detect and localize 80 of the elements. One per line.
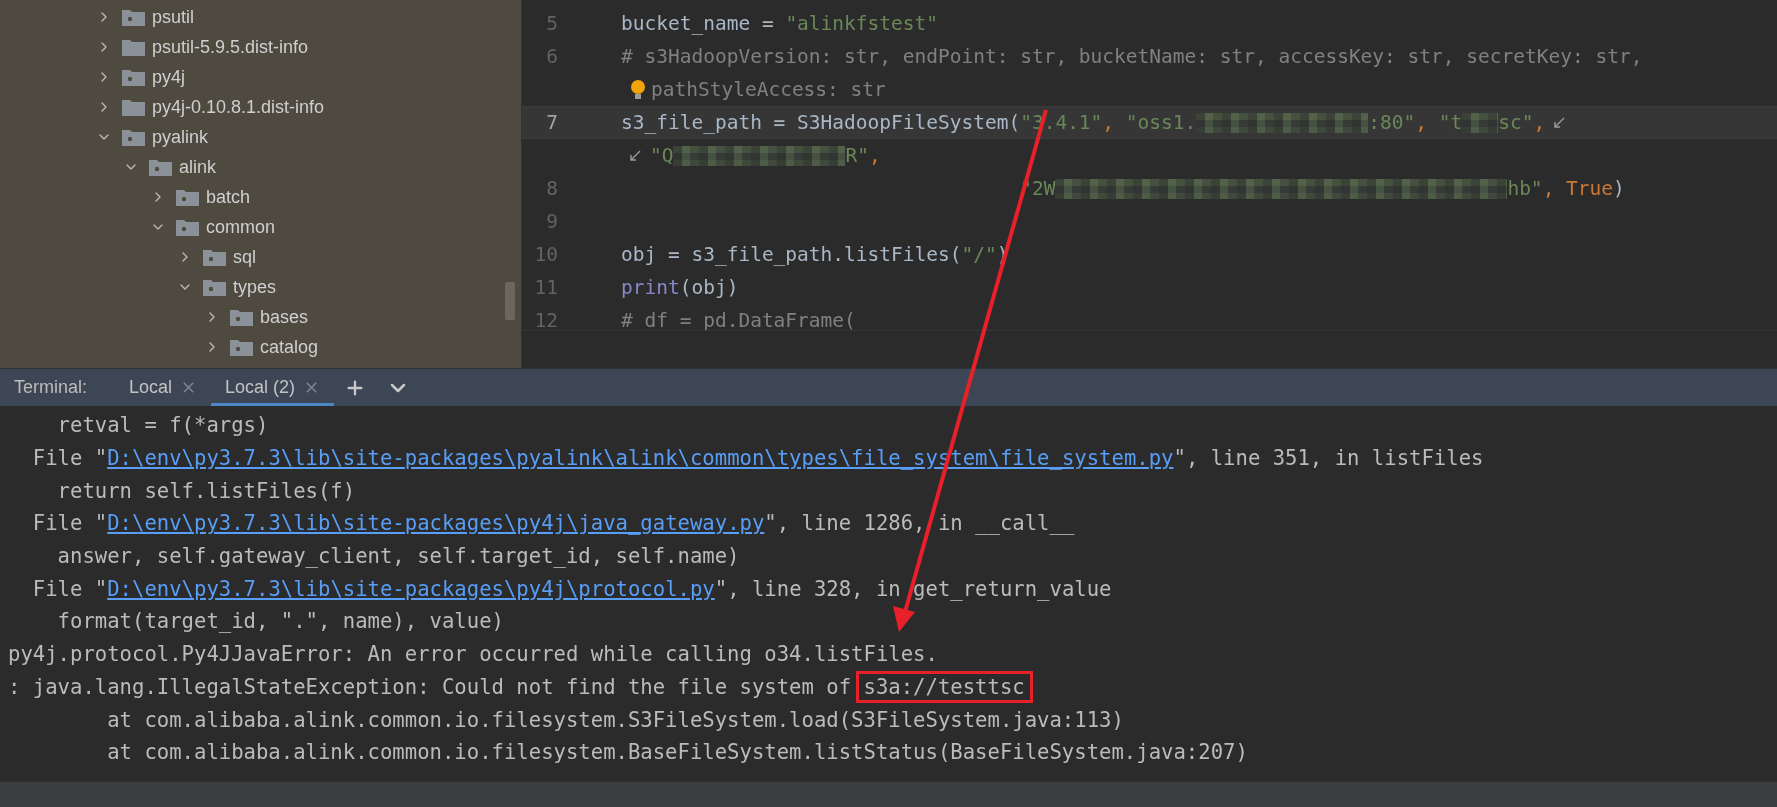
- code-text: ,: [1102, 111, 1116, 134]
- code-text: obj = s3_file_path.listFiles(: [621, 243, 962, 266]
- package-folder-icon: [176, 218, 199, 236]
- code-text: hb": [1507, 177, 1543, 200]
- tree-item-label[interactable]: common: [206, 216, 276, 238]
- folder-icon: [122, 38, 145, 56]
- package-folder-icon: [122, 68, 145, 86]
- scrollbar-thumb[interactable]: [505, 282, 515, 320]
- tree-item-label[interactable]: batch: [206, 186, 251, 208]
- package-folder-icon: [122, 128, 145, 146]
- package-folder-icon: [122, 8, 145, 26]
- terminal-output-text: format(target_id, ".", name), value): [56, 609, 504, 634]
- line-number: 7: [545, 111, 558, 134]
- code-text: s3_file_path = S3HadoopFileSystem(: [621, 111, 1021, 134]
- code-text: "t: [1438, 111, 1463, 134]
- code-text: ,: [868, 144, 881, 167]
- code-text: "oss1.: [1125, 111, 1197, 134]
- code-text: "alinkfstest": [785, 12, 938, 35]
- package-folder-icon: [176, 188, 199, 206]
- code-text: "Q: [650, 144, 674, 167]
- line-number: 5: [545, 12, 558, 35]
- code-text: ,: [1415, 111, 1428, 134]
- terminal-output-text: ", line 351, in listFiles: [1173, 446, 1484, 471]
- pixelated-redaction: [1462, 112, 1499, 133]
- terminal-output-text: ", line 1286, in __call__: [764, 511, 1075, 536]
- terminal-output-text: return self.listFiles(f): [56, 478, 356, 503]
- tree-item-label[interactable]: pyalink: [152, 126, 209, 148]
- soft-wrap-icon: [629, 149, 642, 162]
- line-number: 9: [545, 210, 558, 233]
- terminal-output-text: at com.alibaba.alink.common.io.filesystem.BaseFileSystem.listStatus(BaseFileSystem.java:207): [106, 740, 1248, 765]
- line-number: 6: [545, 45, 558, 68]
- tree-item-label[interactable]: types: [233, 276, 277, 298]
- tree-item-label[interactable]: psutil: [152, 6, 195, 28]
- code-text: ): [1613, 177, 1625, 200]
- tree-item-label[interactable]: psutil-5.9.5.dist-info: [152, 36, 309, 58]
- code-text: (obj): [679, 276, 739, 299]
- terminal-output-text: at com.alibaba.alink.common.io.filesystem.S3FileSystem.load(S3FileSystem.java:113): [106, 707, 1124, 732]
- file-path-link[interactable]: D:\env\py3.7.3\lib\site-packages\py4j\protocol.py: [107, 576, 715, 601]
- tree-item-label[interactable]: bases: [260, 306, 309, 328]
- terminal-label: Terminal:: [14, 376, 88, 399]
- terminal-tab[interactable]: Local: [115, 369, 212, 406]
- terminal-output-text: File ": [31, 511, 108, 536]
- tree-item-label[interactable]: alink: [179, 156, 217, 178]
- code-text: # s3HadoopVersion: str, endPoint: str, bucketName: str, accessKey: str, secretKey: str,: [621, 45, 1643, 68]
- terminal-output-text: ", line 328, in get_return_value: [714, 576, 1112, 601]
- code-text: ,: [1542, 177, 1556, 200]
- line-number: 12: [533, 309, 558, 330]
- tree-item-label[interactable]: py4j-0.10.8.1.dist-info: [152, 96, 325, 118]
- package-folder-icon: [203, 278, 226, 296]
- package-folder-icon: [230, 308, 253, 326]
- lightbulb-icon[interactable]: [629, 78, 647, 101]
- line-number: 11: [533, 276, 558, 299]
- code-text: True: [1566, 177, 1614, 200]
- folder-icon: [122, 98, 145, 116]
- tree-item-label[interactable]: catalog: [260, 336, 319, 358]
- terminal-tab[interactable]: Local (2): [211, 369, 335, 406]
- code-text: print: [621, 276, 680, 299]
- package-folder-icon: [149, 158, 172, 176]
- terminal-output-text: answer, self.gateway_client, self.target_id, self.name): [56, 544, 740, 569]
- file-path-link[interactable]: D:\env\py3.7.3\lib\site-packages\py4j\java_gateway.py: [107, 511, 765, 536]
- terminal-output-text: File ": [31, 576, 108, 601]
- code-text: bucket_name =: [621, 12, 775, 35]
- line-number: 8: [545, 177, 558, 200]
- package-folder-icon: [230, 338, 253, 356]
- terminal-output-text: File ": [31, 446, 108, 471]
- code-text: sc": [1498, 111, 1534, 134]
- line-number: 10: [533, 243, 558, 266]
- terminal-output-text: py4j.protocol.Py4JJavaError: An error occurred while calling o34.listFiles.: [8, 642, 938, 667]
- soft-wrap-icon: [1553, 116, 1567, 129]
- tree-item-label[interactable]: py4j: [152, 66, 186, 88]
- code-text: pathStyleAccess: str: [651, 78, 886, 101]
- terminal-output-text: : java.lang.IllegalStateException: Could not find the file system of: [8, 674, 853, 699]
- highlighted-output-text: s3a://testtsc: [855, 670, 1033, 704]
- tree-item-label[interactable]: sql: [233, 246, 256, 268]
- terminal-output-text: retval = f(*args): [56, 413, 269, 438]
- code-text: "/": [961, 243, 997, 266]
- package-folder-icon: [203, 248, 226, 266]
- code-text: R": [845, 144, 869, 167]
- code-text: ,: [1533, 111, 1546, 134]
- code-text: :80": [1368, 111, 1416, 134]
